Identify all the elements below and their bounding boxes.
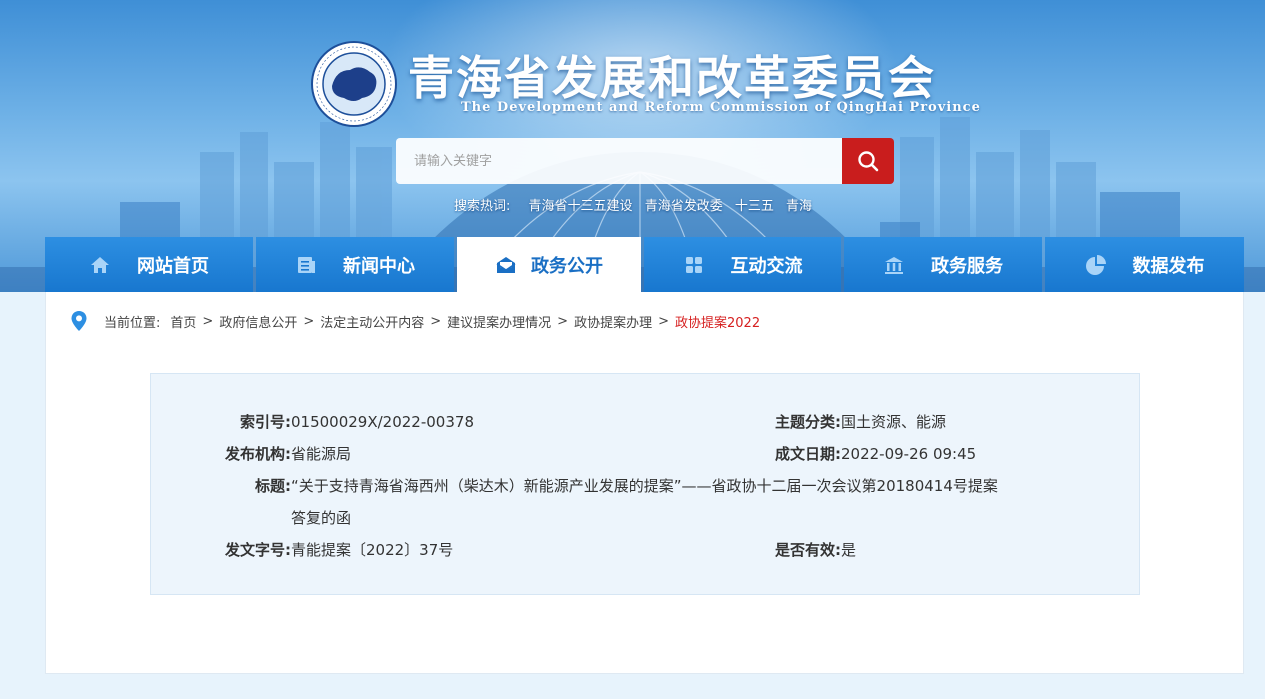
document-meta-box: 索引号:01500029X/2022-00378 主题分类:国土资源、能源 发布… (150, 373, 1140, 595)
nav-item-news[interactable]: 新闻中心 (256, 237, 454, 292)
grid-icon (683, 254, 705, 276)
meta-topic: 主题分类:国土资源、能源 (751, 411, 946, 432)
search-button[interactable] (842, 138, 894, 184)
meta-index-value: 01500029X/2022-00378 (291, 413, 474, 431)
news-icon (295, 254, 317, 276)
breadcrumb-link[interactable]: 建议提案办理情况 (447, 312, 551, 331)
hotword-link[interactable]: 青海省发改委 (645, 199, 723, 214)
nav-label: 数据发布 (1132, 255, 1205, 277)
search-input[interactable] (396, 138, 842, 184)
nav-label: 政务公开 (531, 255, 603, 277)
meta-title-value: “关于支持青海省海西州（柴达木）新能源产业发展的提案”——省政协十二届一次会议第… (291, 477, 998, 495)
meta-docno-key: 发文字号: (225, 541, 291, 559)
breadcrumb-link[interactable]: 政协提案办理 (574, 312, 652, 331)
meta-date-key: 成文日期: (775, 445, 841, 463)
breadcrumb-separator: > (658, 313, 669, 329)
hotword-link[interactable]: 青海 (786, 199, 812, 214)
hot-search-words: 搜索热词: 青海省十三五建设 青海省发改委 十三五 青海 (454, 195, 820, 214)
home-icon (89, 254, 111, 276)
meta-date-value: 2022-09-26 09:45 (841, 445, 977, 463)
meta-org-value: 省能源局 (291, 445, 352, 463)
meta-docno-value: 青能提案〔2022〕37号 (291, 541, 454, 559)
breadcrumb-separator: > (430, 313, 442, 329)
hotword-link[interactable]: 青海省十三五建设 (529, 199, 633, 214)
mail-open-icon (495, 254, 517, 276)
nav-item-services[interactable]: 政务服务 (844, 237, 1042, 292)
meta-docno: 发文字号:青能提案〔2022〕37号 (209, 539, 453, 560)
meta-topic-value: 国土资源、能源 (841, 413, 947, 431)
breadcrumb-current[interactable]: 政协提案2022 (675, 312, 760, 331)
meta-title-value-cont: 答复的函 (291, 509, 352, 527)
meta-title: 标题:“关于支持青海省海西州（柴达木）新能源产业发展的提案”——省政协十二届一次… (209, 475, 998, 496)
breadcrumb-separator: > (202, 313, 214, 329)
meta-index-key: 索引号: (240, 413, 291, 431)
nav-label: 政务服务 (931, 255, 1003, 277)
hotword-link[interactable]: 十三五 (735, 199, 774, 214)
logo (310, 40, 398, 128)
site-title: 青海省发展和改革委员会 (408, 51, 936, 105)
breadcrumb-separator: > (303, 313, 315, 329)
meta-title-key: 标题: (255, 477, 291, 495)
meta-valid: 是否有效:是 (751, 539, 856, 560)
breadcrumb-link-home[interactable]: 首页 (170, 312, 196, 331)
meta-index: 索引号:01500029X/2022-00378 (209, 411, 474, 432)
meta-date: 成文日期:2022-09-26 09:45 (751, 443, 976, 464)
breadcrumb: 当前位置: 首页 > 政府信息公开 > 法定主动公开内容 > 建议提案办理情况 … (70, 310, 760, 332)
pie-chart-icon (1085, 254, 1107, 276)
breadcrumb-separator: > (557, 313, 569, 329)
nav-item-data[interactable]: 数据发布 (1045, 237, 1244, 292)
nav-item-gov-affairs[interactable]: 政务公开 (457, 237, 641, 292)
hotwords-label: 搜索热词: (454, 199, 511, 214)
meta-topic-key: 主题分类: (775, 413, 841, 431)
meta-org-key: 发布机构: (225, 445, 291, 463)
nav-item-interaction[interactable]: 互动交流 (644, 237, 841, 292)
meta-valid-key: 是否有效: (775, 541, 841, 559)
breadcrumb-link[interactable]: 法定主动公开内容 (320, 312, 424, 331)
location-pin-icon (71, 311, 87, 331)
breadcrumb-link[interactable]: 政府信息公开 (219, 312, 297, 331)
site-subtitle: The Development and Reform Commission of… (461, 100, 981, 115)
bank-icon (883, 254, 905, 276)
nav-label: 互动交流 (730, 255, 803, 277)
meta-title-line2: 答复的函 (291, 507, 351, 528)
main-nav: 网站首页 新闻中心 政务公开 互动交流 政务服务 数据发布 (45, 237, 1244, 292)
meta-org: 发布机构:省能源局 (209, 443, 351, 464)
meta-valid-value: 是 (841, 541, 857, 559)
nav-label: 新闻中心 (343, 255, 415, 277)
nav-label: 网站首页 (137, 255, 209, 277)
search-icon (858, 151, 879, 172)
breadcrumb-label: 当前位置: (104, 315, 161, 331)
nav-item-home[interactable]: 网站首页 (45, 237, 253, 292)
